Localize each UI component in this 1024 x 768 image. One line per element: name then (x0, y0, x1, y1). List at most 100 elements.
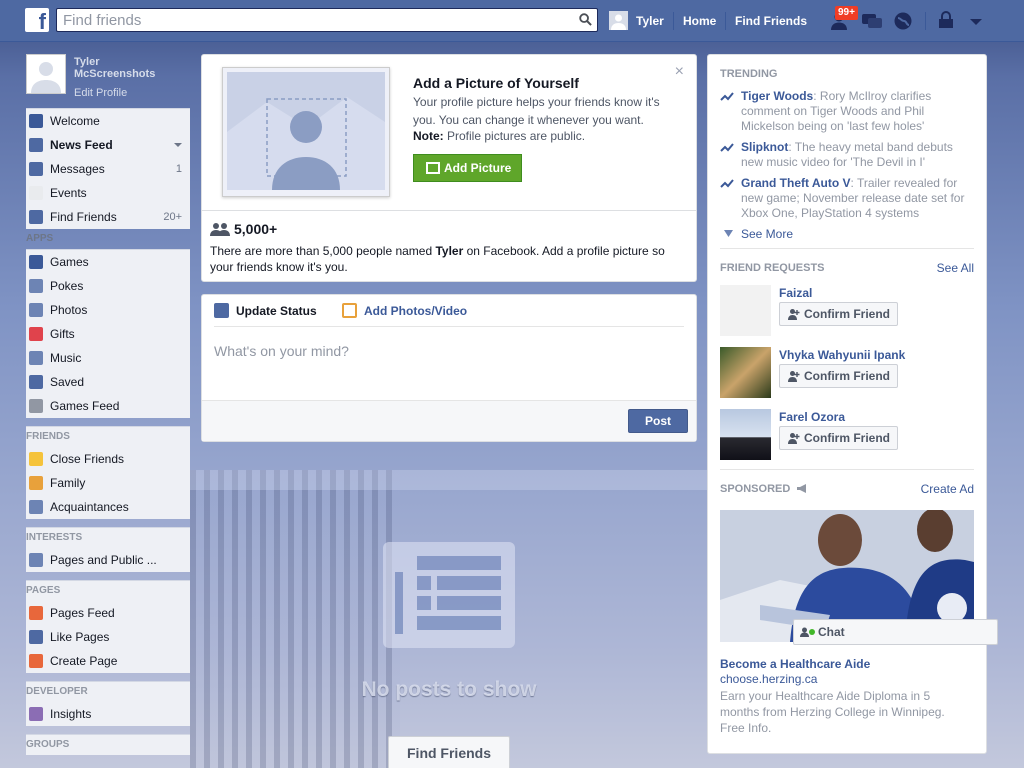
messages-icon[interactable] (860, 10, 884, 32)
sidebar-item-label: Gifts (50, 327, 75, 341)
add-picture-button[interactable]: Add Picture (413, 154, 522, 182)
sidebar-item-photos[interactable]: Photos (26, 298, 190, 322)
sidebar-item-gifts[interactable]: Gifts (26, 322, 190, 346)
friend-request-name[interactable]: Farel Ozora (779, 410, 845, 424)
sponsored-label: SPONSORED (720, 483, 791, 495)
sidebar-item-insights[interactable]: Insights (26, 702, 190, 726)
sidebar-item-welcome[interactable]: Welcome (26, 109, 190, 133)
add-picture-description: Your profile picture helps your friends … (413, 95, 660, 127)
nav-developer-wrap: DEVELOPER Insights (26, 681, 190, 726)
pokes-icon (29, 279, 43, 293)
sidebar-item-events[interactable]: Events (26, 181, 190, 205)
find-friends-button[interactable]: Find Friends (388, 736, 510, 768)
sidebar-item-label: Saved (50, 375, 85, 389)
trending-arrow-icon (720, 92, 734, 101)
trending-arrow-icon (720, 179, 734, 188)
privacy-shortcuts-icon[interactable] (936, 10, 960, 32)
facebook-logo-icon[interactable]: f (25, 8, 49, 32)
music-icon (29, 351, 43, 365)
account-menu-chevron-down-icon[interactable] (964, 10, 988, 32)
controller-icon (29, 399, 43, 413)
confirm-friend-button[interactable]: Confirm Friend (779, 302, 898, 326)
tab-update-status[interactable]: Update Status (214, 303, 317, 318)
sidebar-item-family[interactable]: Family (26, 471, 190, 495)
ad-description: Earn your Healthcare Aide Diploma in 5 m… (720, 689, 945, 735)
profile-picture[interactable] (26, 54, 66, 94)
divider (720, 469, 974, 470)
status-composer: Update Status Add Photos/Video What's on… (201, 294, 697, 442)
list-icon (29, 500, 43, 514)
tab-add-photos-video[interactable]: Add Photos/Video (342, 303, 467, 318)
note-text: Profile pictures are public. (443, 129, 586, 143)
sidebar-item-label: Messages (50, 162, 105, 176)
main-column: × Add a Picture of Yourself Your profile… (201, 54, 697, 442)
sidebar-item-find-friends[interactable]: Find Friends 20+ (26, 205, 190, 229)
sidebar-item-count: 20+ (163, 211, 182, 223)
composer-tabs: Update Status Add Photos/Video (214, 295, 684, 327)
trending-item[interactable]: Tiger Woods: Rory McIlroy clarifies comm… (720, 89, 975, 134)
person-icon (800, 627, 809, 637)
nav-find-friends[interactable]: Find Friends (735, 0, 807, 42)
nav-home[interactable]: Home (683, 0, 716, 42)
nav-friends-wrap: FRIENDS Close Friends Family Acquaintances (26, 426, 190, 519)
nav-header-groups: GROUPS (26, 739, 70, 750)
nav-header-developer: DEVELOPER (26, 686, 88, 697)
friend-requests-badge: 99+ (835, 6, 858, 20)
close-icon[interactable]: × (675, 63, 684, 81)
post-button[interactable]: Post (628, 409, 688, 433)
sidebar-item-create-page[interactable]: Create Page (26, 649, 190, 673)
chat-bar[interactable]: Chat (793, 619, 998, 645)
sidebar-item-news-feed[interactable]: News Feed (26, 133, 190, 157)
trending-topic[interactable]: Grand Theft Auto V (741, 176, 851, 190)
sidebar-item-messages[interactable]: Messages 1 (26, 157, 190, 181)
friend-request-item: Farel Ozora Confirm Friend (720, 409, 976, 461)
search-input[interactable] (57, 9, 557, 31)
sidebar-item-label: Games (50, 255, 89, 269)
rss-icon (29, 553, 43, 567)
facebook-icon (29, 114, 43, 128)
friend-request-avatar[interactable] (720, 409, 771, 460)
sidebar-item-pokes[interactable]: Pokes (26, 274, 190, 298)
trending-item[interactable]: Slipknot: The heavy metal band debuts ne… (720, 140, 975, 170)
edit-profile-link[interactable]: Edit Profile (74, 87, 127, 99)
see-all-link[interactable]: See All (937, 261, 974, 275)
sidebar-item-pages-and-public[interactable]: Pages and Public ... (26, 548, 190, 572)
nav-header-pages: PAGES (26, 585, 61, 596)
ad-title-link[interactable]: Become a Healthcare Aide (720, 657, 870, 671)
chart-icon (29, 707, 43, 721)
confirm-friend-button[interactable]: Confirm Friend (779, 426, 898, 450)
sidebar-item-music[interactable]: Music (26, 346, 190, 370)
confirm-friend-button[interactable]: Confirm Friend (779, 364, 898, 388)
sidebar-item-games[interactable]: Games (26, 250, 190, 274)
sidebar-item-pages-feed[interactable]: Pages Feed (26, 601, 190, 625)
star-icon (29, 452, 43, 466)
sidebar-item-games-feed[interactable]: Games Feed (26, 394, 190, 418)
friend-request-avatar[interactable] (720, 285, 771, 336)
profile-name[interactable]: Tyler McScreenshots (74, 56, 174, 80)
sidebar-item-saved[interactable]: Saved (26, 370, 190, 394)
friend-request-name[interactable]: Vhyka Wahyunii Ipank (779, 348, 905, 362)
notifications-globe-icon[interactable] (892, 10, 916, 32)
create-ad-link[interactable]: Create Ad (921, 482, 974, 496)
sidebar-item-like-pages[interactable]: Like Pages (26, 625, 190, 649)
add-friend-icon (788, 433, 800, 444)
user-avatar[interactable] (609, 11, 628, 30)
search-icon[interactable] (579, 13, 592, 26)
thumbs-up-icon (29, 630, 43, 644)
trending-item[interactable]: Grand Theft Auto V: Trailer revealed for… (720, 176, 975, 221)
chevron-down-icon[interactable] (174, 143, 182, 147)
see-more-link[interactable]: See More (724, 227, 793, 241)
nav-user-name[interactable]: Tyler (636, 0, 664, 42)
friend-request-avatar[interactable] (720, 347, 771, 398)
sidebar-item-close-friends[interactable]: Close Friends (26, 447, 190, 471)
sidebar-item-acquaintances[interactable]: Acquaintances (26, 495, 190, 519)
ad-url-link[interactable]: choose.herzing.ca (720, 672, 817, 686)
people-count: 5,000+ (210, 221, 277, 237)
friend-request-item: Vhyka Wahyunii Ipank Confirm Friend (720, 347, 976, 399)
trending-header: TRENDING (720, 68, 778, 80)
status-input[interactable]: What's on your mind? (214, 343, 349, 359)
friend-request-name[interactable]: Faizal (779, 286, 812, 300)
trending-topic[interactable]: Slipknot (741, 140, 788, 154)
trending-topic[interactable]: Tiger Woods (741, 89, 813, 103)
